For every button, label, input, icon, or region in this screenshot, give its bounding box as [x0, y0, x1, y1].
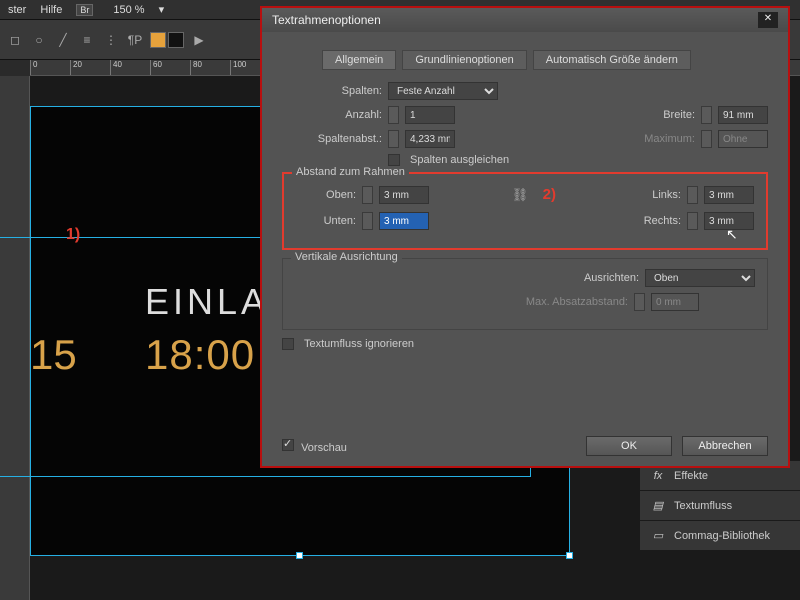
menu-item[interactable]: Hilfe: [40, 4, 62, 16]
link-icon[interactable]: ⛓: [513, 184, 527, 206]
preview-checkbox[interactable]: [282, 439, 294, 451]
play-icon[interactable]: ▶: [190, 31, 208, 49]
ignore-wrap-checkbox[interactable]: [282, 338, 294, 350]
section-title: Vertikale Ausrichtung: [291, 251, 402, 263]
tabs: Allgemein Grundlinienoptionen Automatisc…: [322, 50, 768, 70]
vertical-align-section: Vertikale Ausrichtung Ausrichten: Oben M…: [282, 258, 768, 330]
align-select[interactable]: Oben: [645, 269, 755, 287]
max-para-label: Max. Absatzabstand:: [468, 296, 628, 308]
annotation-1: 1): [66, 226, 80, 244]
stepper[interactable]: [687, 212, 698, 230]
distribute-icon[interactable]: ⋮: [102, 31, 120, 49]
inset-top-input[interactable]: [379, 186, 429, 204]
inset-bottom-input[interactable]: [379, 212, 429, 230]
library-icon: ▭: [650, 529, 666, 542]
align-icon[interactable]: ≡: [78, 31, 96, 49]
annotation-2: 2): [543, 186, 556, 203]
stepper[interactable]: [362, 212, 373, 230]
right-label: Rechts:: [611, 215, 681, 227]
selection-handle[interactable]: [566, 552, 573, 559]
shape-icon[interactable]: ◻: [6, 31, 24, 49]
side-panels: fx Effekte ▤ Textumfluss ▭ Commag-Biblio…: [640, 460, 800, 550]
columns-type-select[interactable]: Feste Anzahl: [388, 82, 498, 100]
tab-general[interactable]: Allgemein: [322, 50, 396, 70]
cancel-button[interactable]: Abbrechen: [682, 436, 768, 456]
top-label: Oben:: [296, 189, 356, 201]
gutter-label: Spaltenabst.:: [282, 133, 382, 145]
paragraph-icon[interactable]: ¶P: [126, 31, 144, 49]
section-title: Abstand zum Rahmen: [292, 166, 409, 178]
dialog-title: Textrahmenoptionen: [272, 13, 381, 27]
preview-label: Vorschau: [301, 442, 347, 454]
max-para-input: [651, 293, 699, 311]
balance-checkbox[interactable]: [388, 154, 400, 166]
max-input: [718, 130, 768, 148]
stepper[interactable]: [388, 106, 399, 124]
ellipse-icon[interactable]: ○: [30, 31, 48, 49]
bottom-label: Unten:: [296, 215, 356, 227]
fill-swatch[interactable]: [150, 32, 166, 48]
inset-left-input[interactable]: [704, 186, 754, 204]
line-icon[interactable]: ╱: [54, 31, 72, 49]
stepper[interactable]: [388, 130, 399, 148]
gutter-input[interactable]: [405, 130, 455, 148]
tab-baseline[interactable]: Grundlinienoptionen: [402, 50, 526, 70]
menu-item[interactable]: ster: [8, 4, 26, 16]
dropdown-arrow-icon[interactable]: ▾: [159, 3, 165, 16]
max-label: Maximum:: [625, 133, 695, 145]
stroke-swatch[interactable]: [168, 32, 184, 48]
panel-label: Effekte: [674, 470, 708, 482]
text-frame-options-dialog: Textrahmenoptionen ✕ Allgemein Grundlini…: [260, 6, 790, 468]
panel-label: Commag-Bibliothek: [674, 530, 770, 542]
ok-button[interactable]: OK: [586, 436, 672, 456]
panel-label: Textumfluss: [674, 500, 732, 512]
count-input[interactable]: [405, 106, 455, 124]
text-15: 15: [30, 331, 77, 379]
stepper[interactable]: [687, 186, 698, 204]
width-input[interactable]: [718, 106, 768, 124]
panel-commag[interactable]: ▭ Commag-Bibliothek: [640, 520, 800, 550]
tab-autosize[interactable]: Automatisch Größe ändern: [533, 50, 691, 70]
columns-label: Spalten:: [282, 85, 382, 97]
zoom-level[interactable]: 150 %: [113, 4, 144, 16]
inset-spacing-section: Abstand zum Rahmen 2) Oben: ⛓ ↖ Links: U…: [282, 172, 768, 250]
align-label: Ausrichten:: [479, 272, 639, 284]
balance-label: Spalten ausgleichen: [410, 154, 509, 166]
stepper[interactable]: [701, 106, 712, 124]
width-label: Breite:: [625, 109, 695, 121]
fx-icon: fx: [650, 470, 666, 482]
bridge-icon[interactable]: Br: [76, 4, 93, 16]
stepper: [701, 130, 712, 148]
count-label: Anzahl:: [282, 109, 382, 121]
ignore-wrap-label: Textumfluss ignorieren: [304, 338, 414, 350]
dialog-titlebar[interactable]: Textrahmenoptionen ✕: [262, 8, 788, 32]
stepper: [634, 293, 645, 311]
dialog-footer: Vorschau OK Abbrechen: [282, 436, 768, 456]
swatches: [150, 32, 184, 48]
inset-right-input[interactable]: [704, 212, 754, 230]
panel-textwrap[interactable]: ▤ Textumfluss: [640, 490, 800, 520]
stepper[interactable]: [362, 186, 373, 204]
selection-handle[interactable]: [296, 552, 303, 559]
close-icon[interactable]: ✕: [758, 12, 778, 28]
textwrap-icon: ▤: [650, 499, 666, 512]
left-label: Links:: [611, 189, 681, 201]
